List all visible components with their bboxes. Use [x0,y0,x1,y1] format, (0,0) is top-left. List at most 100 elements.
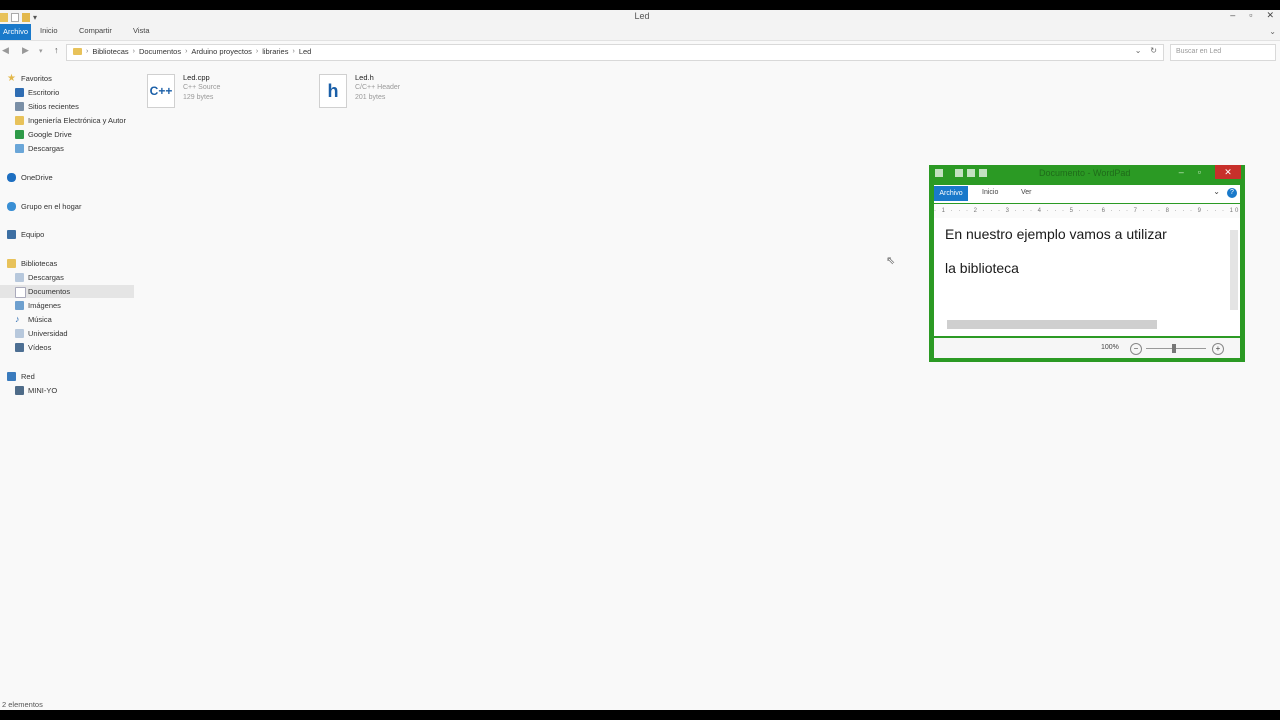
tab-view[interactable]: Ver [1021,189,1032,196]
onedrive-icon [7,173,16,182]
tab-file[interactable]: Archivo [0,24,31,40]
nav-item-musica[interactable]: ♪ Música [0,313,134,326]
minimize-icon[interactable]: – [1230,10,1235,21]
downloads-icon [15,144,24,153]
breadcrumb-item[interactable]: Bibliotecas [92,47,128,56]
star-icon: ★ [7,73,16,84]
undo-icon[interactable] [967,169,975,177]
wordpad-window-controls: – ▫ ✕ [1179,165,1245,179]
documents-icon [15,287,26,298]
back-icon[interactable]: ◀ [2,45,9,56]
file-item-led-h[interactable]: h Led.h C/C++ Header 201 bytes [319,72,459,116]
nav-favorites[interactable]: ★ Favoritos [0,72,134,85]
file-size: 129 bytes [183,94,214,101]
tab-home[interactable]: Inicio [982,189,998,196]
document-line: En nuestro ejemplo vamos a utilizar [945,226,1167,242]
help-icon[interactable]: ? [1227,188,1237,198]
zoom-slider[interactable] [1146,348,1206,349]
redo-icon[interactable] [979,169,987,177]
homegroup-icon [7,202,16,211]
breadcrumb-item[interactable]: Documentos [139,47,181,56]
breadcrumb-item[interactable]: Arduino proyectos [191,47,251,56]
save-icon[interactable] [955,169,963,177]
zoom-in-icon[interactable]: + [1212,343,1224,355]
mouse-cursor-icon: ⇖ [886,255,896,267]
nav-item-google-drive[interactable]: Google Drive [0,128,134,141]
search-input[interactable]: Buscar en Led [1170,44,1276,61]
breadcrumb-item[interactable]: libraries [262,47,288,56]
file-size: 201 bytes [355,94,386,101]
tab-share[interactable]: Compartir [79,26,112,35]
explorer-titlebar: ▾ Led – ▫ ✕ [0,10,1280,24]
cpp-file-icon: C++ [147,74,175,108]
desktop-icon [15,88,24,97]
nav-item-escritorio[interactable]: Escritorio [0,86,134,99]
status-bar-count: 2 elementos [2,700,43,709]
close-icon[interactable]: ✕ [1266,10,1274,21]
network-icon [7,372,16,381]
window-title: Led [634,11,650,21]
wordpad-quick-access [935,169,987,177]
chevron-down-icon[interactable]: ⌄ [1135,46,1142,55]
nav-item-descargas[interactable]: Descargas [0,271,134,284]
maximize-icon[interactable]: ▫ [1198,167,1201,177]
nav-item-videos[interactable]: Vídeos [0,341,134,354]
nav-network[interactable]: Red [0,370,134,383]
ruler: · 1 · · · 2 · · · 3 · · · 4 · · · 5 · · … [934,204,1240,219]
nav-libraries[interactable]: Bibliotecas [0,257,134,270]
nav-item-mini-yo[interactable]: MINI-YO [0,384,134,397]
address-box[interactable]: › Bibliotecas › Documentos › Arduino pro… [66,44,1164,61]
wordpad-app-icon[interactable] [935,169,943,177]
wordpad-ribbon: Archivo Inicio Ver ⌄ ? [934,185,1240,203]
music-icon: ♪ [15,314,20,324]
file-type: C++ Source [183,84,221,91]
nav-item-imagenes[interactable]: Imágenes [0,299,134,312]
refresh-icon[interactable]: ↻ [1150,46,1157,55]
forward-icon[interactable]: ▶ [22,45,29,56]
nav-item-sitios-recientes[interactable]: Sitios recientes [0,100,134,113]
nav-item-ingenieria[interactable]: Ingeniería Electrónica y Autor [0,114,134,127]
recent-locations-icon[interactable]: ▾ [39,47,43,55]
nav-onedrive[interactable]: OneDrive [0,171,134,184]
tab-view[interactable]: Vista [133,26,150,35]
nav-homegroup[interactable]: Grupo en el hogar [0,200,134,213]
wordpad-window[interactable]: Documento - WordPad – ▫ ✕ Archivo Inicio… [929,165,1245,362]
nav-computer[interactable]: Equipo [0,228,134,241]
minimize-icon[interactable]: – [1179,167,1184,177]
zoom-slider-thumb[interactable] [1172,344,1176,353]
breadcrumb-item[interactable]: Led [299,47,312,56]
pictures-icon [15,301,24,310]
computer-icon [7,230,16,239]
zoom-out-icon[interactable]: − [1130,343,1142,355]
folder-icon[interactable] [0,12,8,22]
new-folder-icon[interactable] [22,12,30,22]
properties-icon[interactable] [11,12,19,22]
libraries-icon [7,259,16,268]
file-name: Led.cpp [183,73,210,82]
navigation-pane: ★ Favoritos Escritorio Sitios recientes … [0,66,134,696]
videos-icon [15,343,24,352]
downloads-icon [15,273,24,282]
nav-item-universidad[interactable]: Universidad [0,327,134,340]
tab-file[interactable]: Archivo [934,186,968,201]
tab-home[interactable]: Inicio [40,26,58,35]
vertical-scrollbar[interactable] [1230,230,1238,310]
document-area[interactable]: En nuestro ejemplo vamos a utilizar la b… [934,218,1240,336]
file-item-led-cpp[interactable]: C++ Led.cpp C++ Source 129 bytes [147,72,287,116]
up-icon[interactable]: ↑ [54,45,59,55]
expand-ribbon-icon[interactable]: ⌄ [1269,27,1276,36]
desktop-screen: ▾ Led – ▫ ✕ Archivo Inicio Compartir Vis… [0,10,1280,710]
search-placeholder: Buscar en Led [1176,48,1222,55]
nav-item-descargas-fav[interactable]: Descargas [0,142,134,155]
horizontal-scrollbar[interactable] [947,320,1157,329]
breadcrumb: › Bibliotecas › Documentos › Arduino pro… [73,47,311,56]
close-icon[interactable]: ✕ [1215,165,1241,179]
folder-icon [15,116,24,125]
nav-item-documentos[interactable]: Documentos [0,285,134,298]
chevron-down-icon[interactable]: ▾ [33,13,37,22]
chevron-down-icon[interactable]: ⌄ [1213,187,1220,196]
maximize-icon[interactable]: ▫ [1249,10,1252,21]
document-line: la biblioteca [945,260,1019,276]
ribbon: Archivo Inicio Compartir Vista ⌄ [0,24,1280,41]
address-bar-row: ◀ ▶ ▾ ↑ › Bibliotecas › Documentos › Ard… [0,43,1280,61]
